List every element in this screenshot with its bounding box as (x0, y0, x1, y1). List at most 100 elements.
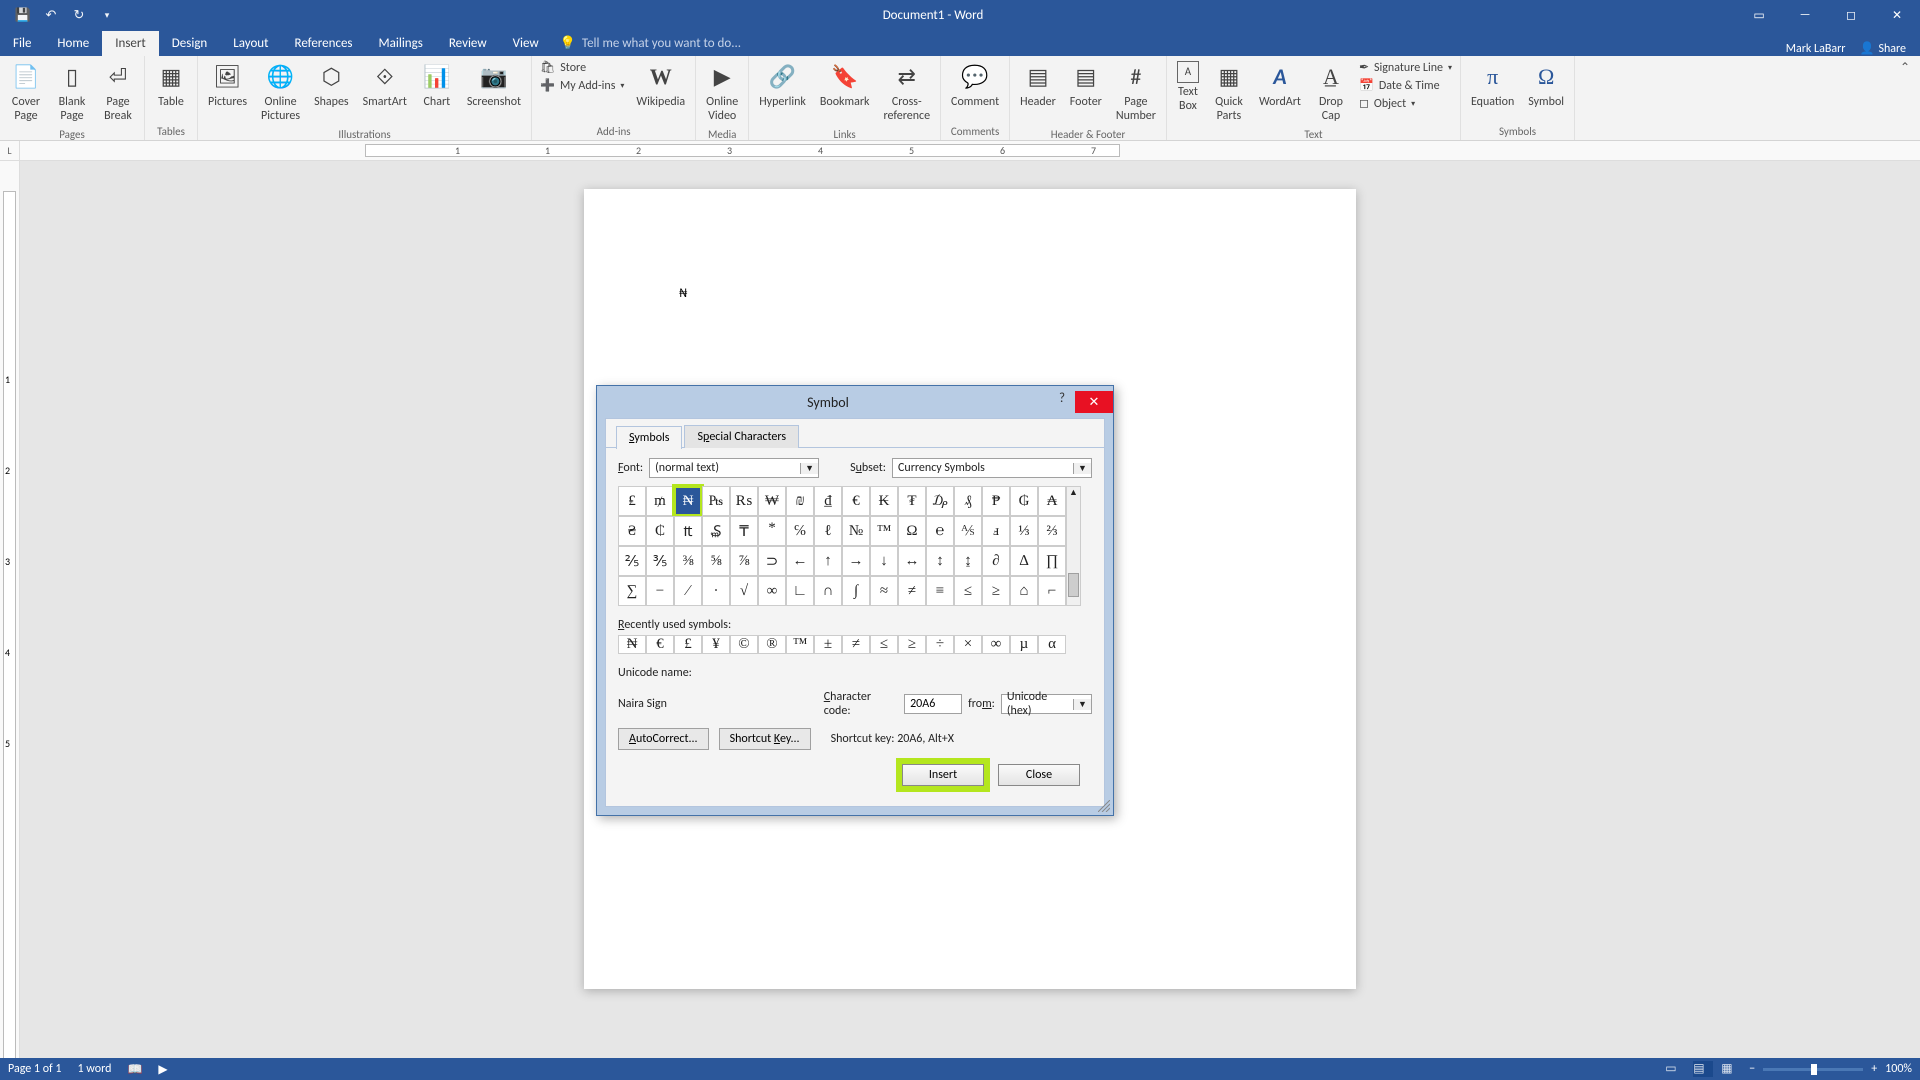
page-number-button[interactable]: #Page Number (1112, 59, 1160, 126)
insert-button[interactable]: Insert (902, 764, 984, 786)
symbol-cell[interactable]: ⅗ (646, 546, 674, 576)
tab-special-characters[interactable]: Special Characters (684, 425, 799, 448)
symbol-cell[interactable]: ™ (870, 516, 898, 546)
zoom-thumb[interactable] (1811, 1064, 1817, 1075)
tab-view[interactable]: View (500, 31, 552, 56)
store-button[interactable]: 🛍Store (538, 59, 588, 76)
symbol-cell[interactable]: ₳ (1038, 486, 1066, 516)
macro-icon[interactable]: ▶ (158, 1062, 167, 1077)
symbol-cell[interactable]: ⌂ (1010, 576, 1038, 606)
drop-cap-button[interactable]: A̲Drop Cap (1311, 59, 1351, 126)
symbol-cell[interactable]: ℮ (926, 516, 954, 546)
quick-parts-button[interactable]: ▦Quick Parts (1209, 59, 1249, 126)
recent-symbol-cell[interactable]: ® (758, 635, 786, 654)
redo-icon[interactable]: ↻ (70, 6, 88, 24)
user-name[interactable]: Mark LaBarr (1786, 42, 1846, 56)
symbol-cell[interactable]: ₵ (646, 516, 674, 546)
tab-layout[interactable]: Layout (220, 31, 281, 56)
comment-button[interactable]: 💬Comment (947, 59, 1003, 111)
print-layout-icon[interactable]: ▤ (1693, 1061, 1713, 1077)
my-addins-button[interactable]: ➕My Add-ins▾ (538, 77, 626, 94)
symbol-cell[interactable]: ⅔ (1038, 516, 1066, 546)
recent-symbol-cell[interactable]: ± (814, 635, 842, 654)
symbol-cell[interactable]: ₯ (926, 486, 954, 516)
date-time-button[interactable]: 📅Date & Time (1357, 77, 1442, 94)
symbol-cell[interactable]: ℅ (786, 516, 814, 546)
resize-grip-icon[interactable] (1098, 800, 1110, 812)
shapes-button[interactable]: ⬡Shapes (310, 59, 353, 111)
symbol-scrollbar[interactable]: ▲ ▼ (1066, 486, 1081, 606)
maximize-icon[interactable]: ◻ (1828, 0, 1874, 30)
tab-review[interactable]: Review (436, 31, 500, 56)
symbol-cell[interactable]: ₭ (870, 486, 898, 516)
symbol-button[interactable]: ΩSymbol (1524, 59, 1568, 111)
zoom-in-icon[interactable]: + (1871, 1062, 1877, 1076)
recent-symbol-cell[interactable]: ™ (786, 635, 814, 654)
symbol-cell[interactable]: ₲ (1010, 486, 1038, 516)
tab-file[interactable]: File (0, 31, 44, 56)
tab-references[interactable]: References (282, 31, 366, 56)
zoom-level[interactable]: 100% (1885, 1062, 1912, 1076)
symbol-cell[interactable]: ∕ (674, 576, 702, 606)
online-pictures-button[interactable]: 🌐Online Pictures (257, 59, 304, 126)
subset-dropdown[interactable]: Currency Symbols ▼ (892, 458, 1092, 478)
symbol-cell[interactable]: ↕ (926, 546, 954, 576)
word-count[interactable]: 1 word (78, 1062, 112, 1076)
hyperlink-button[interactable]: 🔗Hyperlink (755, 59, 810, 111)
qat-dropdown-icon[interactable]: ▾ (98, 6, 116, 24)
symbol-cell[interactable]: ₦ (674, 486, 702, 516)
web-layout-icon[interactable]: ▦ (1721, 1061, 1741, 1077)
dialog-close-icon[interactable]: ✕ (1075, 391, 1113, 413)
symbol-cell[interactable]: ↔ (898, 546, 926, 576)
pictures-button[interactable]: 🖼Pictures (204, 59, 251, 111)
symbol-cell[interactable]: ⃰ (758, 516, 786, 546)
font-dropdown[interactable]: (normal text) ▼ (649, 458, 819, 478)
read-mode-icon[interactable]: ▭ (1665, 1061, 1685, 1077)
symbol-cell[interactable]: − (646, 576, 674, 606)
table-button[interactable]: ▦Table (151, 59, 191, 111)
symbol-cell[interactable]: ⅜ (674, 546, 702, 576)
symbol-cell[interactable]: ≥ (982, 576, 1010, 606)
symbol-cell[interactable]: Ω (898, 516, 926, 546)
screenshot-button[interactable]: 📷Screenshot (463, 59, 525, 111)
symbol-cell[interactable]: ← (786, 546, 814, 576)
header-button[interactable]: ▤Header (1016, 59, 1060, 111)
autocorrect-button[interactable]: AutoCorrect... (618, 728, 709, 750)
ruler-h-track[interactable]: 1 1 2 3 4 5 6 7 (20, 141, 1920, 160)
symbol-cell[interactable]: ⌐ (1038, 576, 1066, 606)
save-icon[interactable]: 💾 (14, 6, 32, 24)
tab-symbols[interactable]: Symbols (616, 426, 682, 449)
symbol-cell[interactable]: ₨ (730, 486, 758, 516)
symbol-cell[interactable]: ₫ (814, 486, 842, 516)
symbol-cell[interactable]: ⅍ (954, 516, 982, 546)
wikipedia-button[interactable]: WWikipedia (632, 59, 689, 111)
equation-button[interactable]: πEquation (1467, 59, 1518, 111)
online-video-button[interactable]: ▶Online Video (702, 59, 742, 126)
document-canvas[interactable]: ₦ Symbol ? ✕ Symbols Special Characters … (20, 161, 1920, 1078)
symbol-cell[interactable]: ℓ (814, 516, 842, 546)
symbol-cell[interactable]: € (842, 486, 870, 516)
symbol-cell[interactable]: ₩ (758, 486, 786, 516)
undo-icon[interactable]: ↶ (42, 6, 60, 24)
document-text[interactable]: ₦ (679, 286, 687, 301)
symbol-cell[interactable]: ₶ (674, 516, 702, 546)
recent-symbol-cell[interactable]: € (646, 635, 674, 654)
tab-mailings[interactable]: Mailings (366, 31, 436, 56)
symbol-cell[interactable]: ≠ (898, 576, 926, 606)
symbol-cell[interactable]: ∑ (618, 576, 646, 606)
minimize-icon[interactable]: — (1782, 0, 1828, 30)
symbol-cell[interactable]: ₰ (954, 486, 982, 516)
recent-symbol-cell[interactable]: ∞ (982, 635, 1010, 654)
signature-line-button[interactable]: ✒Signature Line▾ (1357, 59, 1454, 76)
from-dropdown[interactable]: Unicode (hex) ▼ (1001, 694, 1092, 714)
close-icon[interactable]: ✕ (1874, 0, 1920, 30)
tab-selector[interactable]: L (0, 141, 20, 160)
recent-symbol-cell[interactable]: ≤ (870, 635, 898, 654)
page-break-button[interactable]: ⏎Page Break (98, 59, 138, 126)
char-code-input[interactable] (904, 694, 962, 714)
symbol-cell[interactable]: ↓ (870, 546, 898, 576)
chart-button[interactable]: 📊Chart (417, 59, 457, 111)
recent-symbol-cell[interactable]: ¥ (702, 635, 730, 654)
zoom-out-icon[interactable]: − (1749, 1062, 1755, 1076)
footer-button[interactable]: ▤Footer (1066, 59, 1106, 111)
